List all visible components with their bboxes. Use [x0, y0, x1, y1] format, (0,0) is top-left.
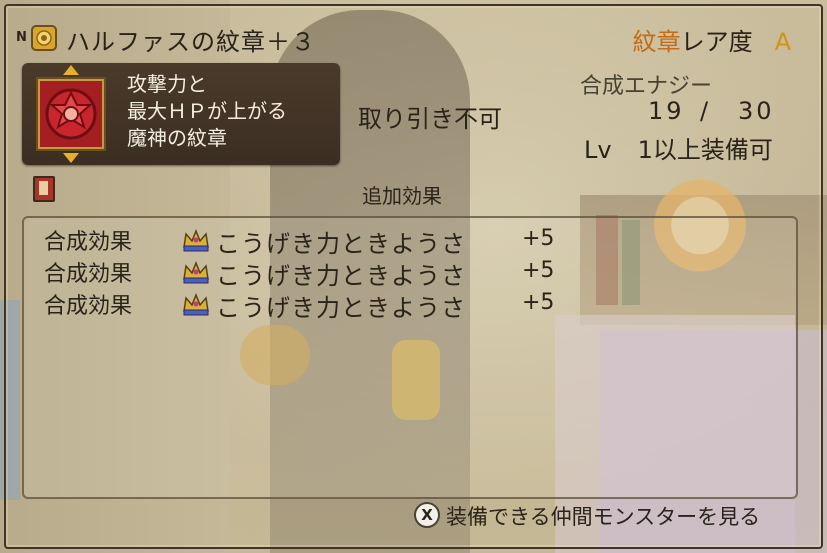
effect-value: +5 [522, 290, 555, 315]
view-monsters-label[interactable]: 装備できる仲間モンスターを見る [446, 501, 760, 531]
synthesis-energy-label: 合成エナジー [580, 74, 713, 99]
effect-name: こうげき力ときようさ [216, 262, 466, 290]
rarity-label: レア度 [680, 28, 753, 56]
equip-level-requirement: Lv 1以上装備可 [584, 130, 773, 165]
item-description: 攻撃力と 最大ＨＰが上がる 魔神の紋章 [127, 71, 287, 152]
effect-label: 合成効果 [44, 262, 133, 287]
effect-name: こうげき力ときようさ [216, 294, 466, 322]
extra-effects-panel: 合成効果 こうげき力ときようさ +5 合成効果 こうげき力ときようさ +5 合成… [22, 216, 798, 499]
level-value: 1以上装備可 [637, 136, 773, 164]
emblem-icon [40, 81, 102, 147]
scroll-down-arrow-icon[interactable] [63, 153, 79, 163]
effect-label: 合成効果 [44, 294, 133, 319]
description-line: 魔神の紋章 [127, 126, 227, 150]
extra-effects-title: 追加効果 [362, 184, 442, 208]
effect-value: +5 [522, 226, 555, 251]
rarity-info: 紋章レア度 A [633, 22, 791, 57]
level-label: Lv [584, 136, 612, 164]
description-line: 攻撃力と [127, 72, 207, 96]
item-name: ハルファスの紋章＋３ [66, 28, 316, 56]
item-header: N ハルファスの紋章＋３ 紋章レア度 A [16, 22, 811, 56]
scroll-up-arrow-icon[interactable] [63, 65, 79, 75]
x-button-icon[interactable]: X [414, 502, 440, 528]
rarity-category: 紋章 [632, 28, 681, 56]
item-icon-frame [36, 77, 106, 151]
crown-icon [183, 228, 209, 252]
rarity-grade: A [774, 28, 791, 56]
rank-letter: N [16, 30, 27, 45]
crown-icon [183, 292, 209, 316]
synthesis-energy-current: 19 [648, 97, 685, 125]
effect-name: こうげき力ときようさ [216, 230, 466, 258]
effect-label: 合成効果 [44, 230, 133, 255]
badge-icon [31, 25, 57, 51]
synthesis-energy-separator: / [700, 97, 709, 125]
effect-value: +5 [522, 258, 555, 283]
tradable-status: 取り引き不可 [358, 105, 502, 133]
crown-icon [183, 260, 209, 284]
synthesis-energy-max: 30 [738, 97, 775, 125]
book-icon[interactable] [33, 176, 55, 202]
description-line: 最大ＨＰが上がる [127, 99, 287, 123]
description-panel: 攻撃力と 最大ＨＰが上がる 魔神の紋章 [22, 63, 340, 165]
